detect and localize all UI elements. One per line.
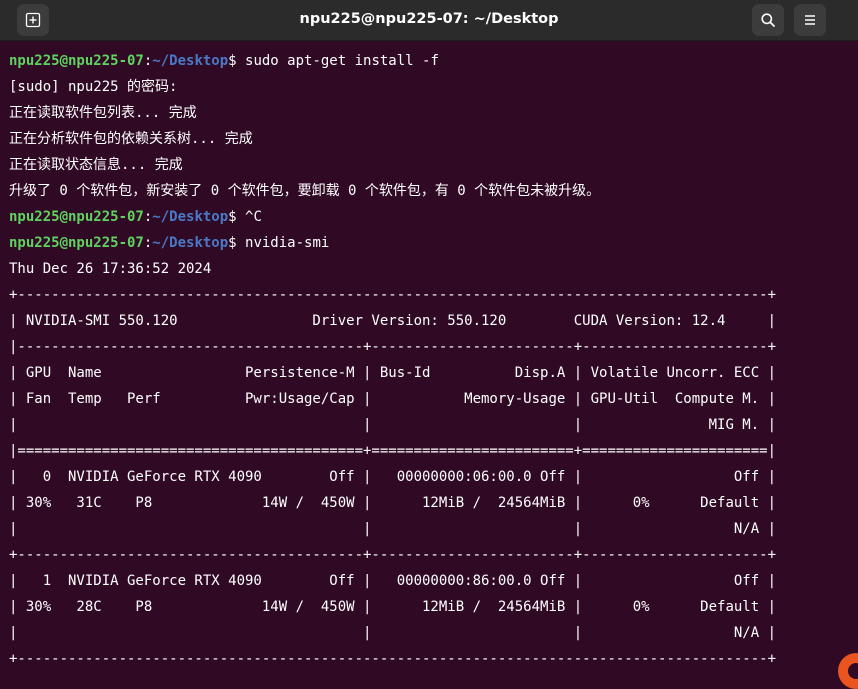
output-line: 正在读取状态信息... 完成 bbox=[9, 157, 183, 173]
output-line: 升级了 0 个软件包，新安装了 0 个软件包，要卸载 0 个软件包，有 0 个软… bbox=[9, 183, 601, 199]
output-line: | | | N/A | bbox=[9, 521, 777, 537]
output-line: | | | N/A | bbox=[9, 625, 777, 641]
prompt-dollar: $ bbox=[228, 235, 246, 251]
prompt-user-host: npu225@npu225-07 bbox=[9, 235, 144, 251]
output-line: | 0 NVIDIA GeForce RTX 4090 Off | 000000… bbox=[9, 469, 777, 485]
terminal-output[interactable]: npu225@npu225-07:~/Desktop$ sudo apt-get… bbox=[9, 48, 849, 672]
output-line: | Fan Temp Perf Pwr:Usage/Cap | Memory-U… bbox=[9, 391, 777, 407]
prompt-path: ~/Desktop bbox=[152, 235, 229, 251]
prompt-user-host: npu225@npu225-07 bbox=[9, 209, 144, 225]
output-line: 正在读取软件包列表... 完成 bbox=[9, 105, 197, 121]
output-line: Thu Dec 26 17:36:52 2024 bbox=[9, 261, 212, 277]
command-text: nvidia-smi bbox=[245, 235, 330, 251]
output-line: +---------------------------------------… bbox=[9, 287, 777, 303]
output-line: | NVIDIA-SMI 550.120 Driver Version: 550… bbox=[9, 313, 777, 329]
output-line: [sudo] npu225 的密码: bbox=[9, 79, 178, 95]
output-line: |=======================================… bbox=[9, 443, 777, 459]
title-bar: npu225@npu225-07: ~/Desktop bbox=[0, 0, 858, 41]
prompt-path: ~/Desktop bbox=[152, 209, 229, 225]
output-line: |---------------------------------------… bbox=[9, 339, 777, 355]
output-line: | 30% 31C P8 14W / 450W | 12MiB / 24564M… bbox=[9, 495, 777, 511]
prompt-user-host: npu225@npu225-07 bbox=[9, 53, 144, 69]
output-line: | GPU Name Persistence-M | Bus-Id Disp.A… bbox=[9, 365, 777, 381]
hamburger-menu-icon bbox=[803, 14, 817, 26]
command-line: npu225@npu225-07:~/Desktop$ sudo apt-get… bbox=[9, 48, 849, 74]
output-line: 正在分析软件包的依赖关系树... 完成 bbox=[9, 131, 253, 147]
command-text: ^C bbox=[245, 209, 262, 225]
output-line: | 30% 28C P8 14W / 450W | 12MiB / 24564M… bbox=[9, 599, 777, 615]
prompt-dollar: $ bbox=[228, 209, 246, 225]
menu-button[interactable] bbox=[794, 4, 826, 36]
command-line: npu225@npu225-07:~/Desktop$ nvidia-smi bbox=[9, 230, 849, 256]
output-line: | 1 NVIDIA GeForce RTX 4090 Off | 000000… bbox=[9, 573, 777, 589]
search-button[interactable] bbox=[752, 4, 784, 36]
command-text: sudo apt-get install -f bbox=[245, 53, 439, 69]
search-icon bbox=[760, 12, 776, 28]
output-line: +---------------------------------------… bbox=[9, 651, 777, 667]
window-title: npu225@npu225-07: ~/Desktop bbox=[299, 11, 559, 27]
output-line: +---------------------------------------… bbox=[9, 547, 777, 563]
prompt-path: ~/Desktop bbox=[152, 53, 229, 69]
output-line: | | | MIG M. | bbox=[9, 417, 777, 433]
command-line: npu225@npu225-07:~/Desktop$ ^C bbox=[9, 204, 849, 230]
prompt-dollar: $ bbox=[228, 53, 246, 69]
